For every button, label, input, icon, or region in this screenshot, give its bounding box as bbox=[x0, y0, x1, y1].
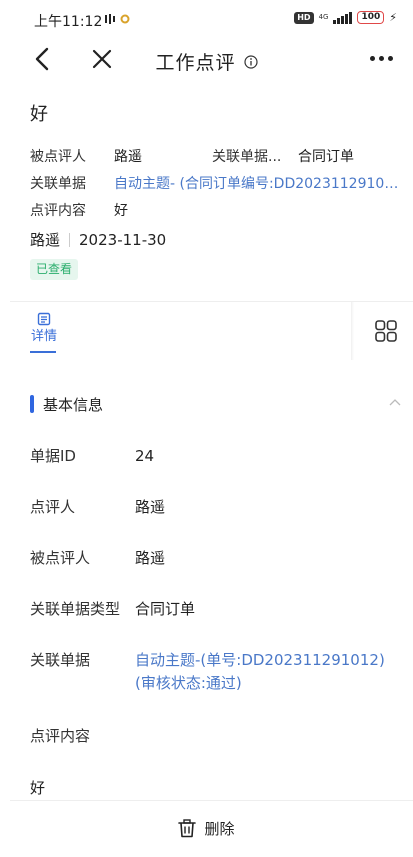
battery-icon: 100 bbox=[357, 11, 385, 24]
review-title: 好 bbox=[30, 104, 48, 125]
author-name: 路遥 bbox=[30, 231, 61, 249]
trash-icon bbox=[178, 818, 197, 837]
reviewee-label: 被点评人 bbox=[30, 149, 86, 165]
field-value: 合同订单 bbox=[135, 600, 196, 618]
signal-icon bbox=[333, 11, 353, 24]
tab-bar: 详情 bbox=[0, 302, 413, 360]
bottom-divider bbox=[10, 800, 413, 801]
section-accent-bar bbox=[30, 395, 34, 413]
nav-bar: 工作点评 bbox=[0, 40, 413, 78]
section-title: 基本信息 bbox=[43, 396, 104, 414]
info-icon[interactable] bbox=[243, 54, 258, 69]
field-review-content-value: 好 bbox=[30, 777, 45, 799]
tab-scroll-shadow bbox=[351, 302, 354, 360]
field-label: 点评内容 bbox=[30, 727, 91, 745]
status-time: 上午11:12 bbox=[34, 14, 103, 30]
summary-row-reviewee: 被点评人 路遥 关联单据... 合同订单 bbox=[30, 144, 402, 171]
field-rel-doc: 关联单据 自动主题-(单号:DD202311291012)(审核状态:通过) bbox=[30, 649, 403, 695]
field-value: 24 bbox=[135, 447, 155, 465]
hd-badge: HD bbox=[294, 11, 314, 24]
rel-doc-link[interactable]: 自动主题- (合同订单编号:DD20231129101... bbox=[114, 171, 402, 198]
content-label: 点评内容 bbox=[30, 203, 86, 219]
status-badge: 已查看 bbox=[30, 259, 79, 280]
field-label: 单据ID bbox=[30, 447, 76, 465]
status-right-icons: HD 4G 100 ⚡ bbox=[294, 11, 397, 24]
data-transfer-icon bbox=[105, 14, 115, 24]
field-label: 点评人 bbox=[30, 498, 76, 516]
rel-doc-value-link[interactable]: 自动主题-(单号:DD202311291012)(审核状态:通过) bbox=[135, 649, 403, 695]
review-summary: 好 被点评人 路遥 关联单据... 合同订单 关联单据 自动主题- (合同订单编… bbox=[30, 100, 402, 280]
field-label: 关联单据 bbox=[30, 651, 91, 669]
section-header-basic-info[interactable]: 基本信息 bbox=[30, 393, 403, 417]
field-rel-doc-type: 关联单据类型 合同订单 bbox=[30, 598, 195, 620]
page-title: 工作点评 bbox=[155, 52, 236, 74]
rel-type-label: 关联单据... bbox=[212, 149, 282, 165]
more-icon[interactable] bbox=[370, 56, 393, 61]
tab-detail-label: 详情 bbox=[30, 329, 57, 344]
document-list-icon bbox=[37, 312, 51, 326]
meta-divider bbox=[69, 233, 71, 247]
active-tab-indicator bbox=[30, 351, 56, 353]
network-type: 4G bbox=[318, 13, 329, 21]
delete-label: 删除 bbox=[204, 819, 235, 838]
field-label: 关联单据类型 bbox=[30, 600, 121, 618]
rel-type-value: 合同订单 bbox=[298, 149, 354, 165]
field-review-content: 点评内容 bbox=[30, 725, 135, 747]
status-bar: 上午11:12 HD 4G 100 ⚡ bbox=[0, 0, 413, 40]
page-title-container: 工作点评 bbox=[0, 48, 413, 75]
field-label: 被点评人 bbox=[30, 549, 91, 567]
summary-row-rel-doc: 关联单据 自动主题- (合同订单编号:DD20231129101... bbox=[30, 171, 402, 198]
charging-icon: ⚡ bbox=[389, 11, 397, 24]
delete-button[interactable]: 删除 bbox=[0, 814, 413, 842]
app-notification-icon bbox=[120, 14, 130, 24]
tab-detail[interactable]: 详情 bbox=[30, 312, 58, 346]
field-doc-id: 单据ID 24 bbox=[30, 445, 154, 467]
rel-doc-label: 关联单据 bbox=[30, 176, 86, 192]
content-value: 好 bbox=[114, 203, 128, 219]
summary-row-content: 点评内容 好 bbox=[30, 198, 402, 225]
review-meta: 路遥 2023-11-30 bbox=[30, 227, 402, 253]
field-value: 路遥 bbox=[135, 549, 166, 567]
review-content-text: 好 bbox=[30, 779, 46, 797]
chevron-up-icon[interactable] bbox=[389, 398, 401, 406]
grid-menu-icon[interactable] bbox=[375, 320, 397, 342]
status-notification-icons bbox=[104, 13, 130, 25]
field-value: 路遥 bbox=[135, 498, 166, 516]
field-reviewee: 被点评人 路遥 bbox=[30, 547, 165, 569]
field-reviewer: 点评人 路遥 bbox=[30, 496, 165, 518]
review-date: 2023-11-30 bbox=[79, 231, 167, 249]
